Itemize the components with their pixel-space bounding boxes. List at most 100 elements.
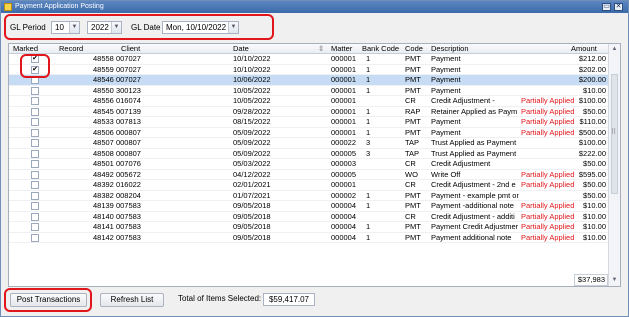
- col-amount[interactable]: Amount: [571, 44, 597, 54]
- table-row[interactable]: ✔ 48558 007027 10/10/2022 000001 1 PMT Payment…: [9, 54, 609, 65]
- table-row[interactable]: 48550 300123 10/05/2022 000001 1 PMT Payment $…: [9, 85, 609, 96]
- date-cell: 05/09/2022: [233, 138, 271, 147]
- bank-code-cell: 3: [366, 148, 371, 158]
- description-cell: Retainer Applied as Paym: [431, 106, 518, 116]
- table-row[interactable]: 48508 000807 05/09/2022 000005 3 TAP Trust Ap…: [9, 148, 609, 159]
- col-matter[interactable]: Matter: [331, 44, 352, 54]
- code-cell: PMT: [405, 117, 421, 126]
- description-cell: Payment: [431, 127, 461, 137]
- marked-checkbox[interactable]: [31, 160, 39, 168]
- refresh-list-button[interactable]: Refresh List: [100, 293, 164, 307]
- marked-checkbox[interactable]: [31, 118, 39, 126]
- code-cell: RAP: [405, 106, 421, 116]
- table-row[interactable]: 48142 007583 09/05/2018 000004 1 PMT Payment …: [9, 232, 609, 243]
- matter-cell: 000001: [331, 127, 357, 137]
- marked-checkbox[interactable]: [31, 170, 39, 179]
- col-marked[interactable]: Marked: [13, 44, 38, 54]
- gl-period-value: 10: [55, 23, 64, 32]
- code-cell: PMT: [405, 127, 421, 137]
- amount-cell: $50.00: [583, 159, 606, 168]
- col-code[interactable]: Code: [405, 44, 423, 54]
- description-cell: Payment: [431, 54, 461, 63]
- matter-cell: 000004: [331, 232, 357, 242]
- gl-date-picker[interactable]: Mon, 10/10/2022 ▼: [162, 21, 239, 34]
- bank-code-cell: 1: [366, 232, 371, 242]
- date-cell: 05/09/2022: [233, 127, 271, 137]
- vertical-scrollbar[interactable]: ▲ ⠿ ▼: [608, 44, 620, 286]
- marked-checkbox[interactable]: [31, 202, 39, 210]
- description-cell: Credit Adjustment - 2nd e: [431, 180, 516, 189]
- matter-cell: 000022: [331, 138, 357, 147]
- gl-period-select[interactable]: 10 ▼: [51, 21, 80, 34]
- table-row[interactable]: 48492 005672 04/12/2022 000005 WO Write Off P…: [9, 169, 609, 180]
- table-row[interactable]: 48141 007583 09/05/2018 000004 1 PMT Payment …: [9, 222, 609, 233]
- table-row[interactable]: 48140 007583 09/05/2018 000004 CR Credit Adj…: [9, 211, 609, 222]
- matter-cell: 000002: [331, 190, 357, 200]
- date-cell: 10/10/2022: [233, 64, 271, 74]
- post-transactions-button[interactable]: Post Transactions: [10, 293, 87, 307]
- description-cell: Credit Adjustment -: [431, 96, 495, 105]
- col-date[interactable]: Date: [233, 44, 249, 54]
- grid-total: $37,983: [574, 274, 608, 286]
- marked-checkbox[interactable]: [31, 97, 39, 105]
- marked-checkbox[interactable]: [31, 223, 39, 231]
- scroll-down-icon[interactable]: ▼: [610, 275, 619, 285]
- col-record[interactable]: Record: [59, 44, 83, 54]
- table-row[interactable]: 48556 016074 10/05/2022 000001 CR Credit Adj…: [9, 96, 609, 107]
- date-cell: 09/05/2018: [233, 232, 271, 242]
- client-cell: 48501 007076: [93, 159, 141, 168]
- date-cell: 01/07/2021: [233, 190, 271, 200]
- amount-cell: $200.00: [578, 75, 606, 84]
- bank-code-cell: 1: [366, 190, 371, 200]
- marked-checkbox[interactable]: [31, 191, 39, 200]
- table-row[interactable]: 48382 008204 01/07/2021 000002 1 PMT Payment …: [9, 190, 609, 201]
- resize-grip-icon[interactable]: ⠿: [611, 128, 616, 136]
- table-row[interactable]: 48533 007813 08/15/2022 000001 1 PMT Payment P…: [9, 117, 609, 128]
- table-row[interactable]: 48546 007027 10/06/2022 000001 1 PMT Payment $…: [9, 75, 609, 86]
- marked-checkbox[interactable]: [31, 86, 39, 95]
- col-bank-code[interactable]: Bank Code: [362, 44, 399, 54]
- client-cell: 48141 007583: [93, 222, 141, 231]
- gl-year-value: 2022: [91, 23, 109, 32]
- code-cell: PMT: [405, 222, 421, 231]
- col-client[interactable]: Client: [121, 44, 140, 54]
- sort-icon[interactable]: ⇳: [318, 44, 324, 54]
- action-bar: Post Transactions Refresh List Total of …: [1, 287, 628, 315]
- table-row[interactable]: 48545 007139 09/28/2022 000001 1 RAP Retainer…: [9, 106, 609, 117]
- table-row[interactable]: 48392 016022 02/01/2021 000001 CR Credit Adj…: [9, 180, 609, 191]
- amount-cell: $500.00: [578, 127, 606, 137]
- amount-cell: $100.00: [578, 138, 606, 147]
- marked-checkbox[interactable]: [31, 128, 39, 137]
- col-description[interactable]: Description: [431, 44, 469, 54]
- chevron-down-icon[interactable]: ▼: [69, 22, 79, 33]
- description-cell: Payment: [431, 85, 461, 95]
- code-cell: WO: [405, 169, 418, 179]
- chevron-down-icon[interactable]: ▼: [228, 22, 238, 33]
- description-cell: Trust Applied as Payment: [431, 148, 517, 158]
- date-cell: 09/05/2018: [233, 211, 271, 221]
- marked-checkbox[interactable]: [31, 233, 39, 242]
- marked-checkbox[interactable]: [31, 149, 39, 158]
- table-row[interactable]: ✔ 48559 007027 10/10/2022 000001 1 PMT Payment…: [9, 64, 609, 75]
- chevron-down-icon[interactable]: ▼: [111, 22, 121, 33]
- restore-button[interactable]: ▭: [602, 3, 611, 11]
- bank-code-cell: 1: [366, 127, 371, 137]
- code-cell: CR: [405, 211, 416, 221]
- client-cell: 48508 000807: [93, 148, 141, 158]
- gl-year-select[interactable]: 2022 ▼: [87, 21, 122, 34]
- scroll-up-icon[interactable]: ▲: [610, 44, 619, 54]
- close-button[interactable]: ✕: [614, 3, 623, 11]
- marked-checkbox[interactable]: [31, 181, 39, 189]
- payment-posting-window: Payment Application Posting ▭ ✕ GL Perio…: [0, 0, 629, 317]
- table-row[interactable]: 48506 000807 05/09/2022 000001 1 PMT Payment P…: [9, 127, 609, 138]
- marked-checkbox[interactable]: [31, 107, 39, 116]
- table-row[interactable]: 48507 000807 05/09/2022 000022 3 TAP Trust Ap…: [9, 138, 609, 149]
- matter-cell: 000001: [331, 54, 357, 63]
- table-row[interactable]: 48139 007583 09/05/2018 000004 1 PMT Payment …: [9, 201, 609, 212]
- description-cell: Write Off: [431, 169, 461, 179]
- amount-cell: $110.00: [579, 117, 606, 126]
- table-row[interactable]: 48501 007076 05/03/2022 000003 CR Credit Adj…: [9, 159, 609, 170]
- marked-checkbox[interactable]: [31, 212, 39, 221]
- client-cell: 48392 016022: [93, 180, 141, 189]
- marked-checkbox[interactable]: [31, 139, 39, 147]
